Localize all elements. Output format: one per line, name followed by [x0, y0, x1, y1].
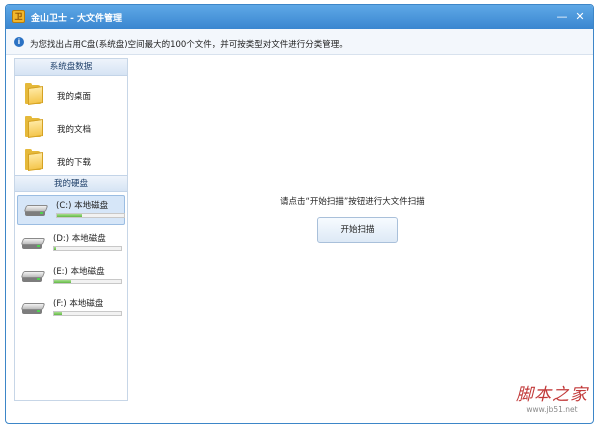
title-bar[interactable]: 卫 金山卫士 - 大文件管理 — ✕: [6, 5, 593, 29]
disk-label: (C:) 本地磁盘: [56, 201, 109, 211]
sidebar-item-label: 我的下载: [57, 158, 92, 168]
info-bar: i 为您找出占用C盘(系统盘)空间最大的100个文件，并可按类型对文件进行分类管…: [6, 29, 593, 55]
disk-label: (E:) 本地磁盘: [53, 267, 105, 277]
sidebar: 系统盘数据 我的桌面 我的文档 我的下载 我的硬盘 (C:) 本地磁盘 (D:)…: [14, 58, 128, 401]
disk-item-f[interactable]: (F:) 本地磁盘: [15, 294, 127, 324]
folder-icon: [25, 148, 47, 172]
disk-item-e[interactable]: (E:) 本地磁盘: [15, 262, 127, 292]
main-panel: 请点击“开始扫描”按钮进行大文件扫描 开始扫描: [128, 58, 593, 401]
disk-label: (F:) 本地磁盘: [53, 299, 104, 309]
start-scan-button[interactable]: 开始扫描: [317, 217, 398, 243]
minimize-button[interactable]: —: [554, 9, 570, 25]
scan-hint: 请点击“开始扫描”按钮进行大文件扫描: [280, 197, 425, 207]
disk-item-d[interactable]: (D:) 本地磁盘: [15, 229, 127, 259]
sidebar-item-desktop[interactable]: 我的桌面: [15, 78, 127, 110]
sidebar-item-label: 我的桌面: [57, 92, 92, 102]
hard-disk-icon: [20, 271, 46, 283]
info-icon: i: [14, 37, 24, 47]
close-button[interactable]: ✕: [572, 9, 588, 25]
watermark-url: www.jb51.net: [526, 405, 578, 414]
sidebar-item-downloads[interactable]: 我的下载: [15, 144, 127, 176]
disk-label: (D:) 本地磁盘: [53, 234, 106, 244]
hard-disk-icon: [20, 303, 46, 315]
disk-usage-bar: [53, 246, 122, 251]
folder-icon: [25, 82, 47, 106]
folder-icon: [25, 115, 47, 139]
system-disk-header: 系统盘数据: [15, 59, 127, 76]
info-text: 为您找出占用C盘(系统盘)空间最大的100个文件，并可按类型对文件进行分类管理。: [30, 40, 348, 50]
sidebar-item-label: 我的文档: [57, 125, 92, 135]
app-window: 卫 金山卫士 - 大文件管理 — ✕ i 为您找出占用C盘(系统盘)空间最大的1…: [5, 4, 594, 424]
watermark-logo: 脚本之家: [516, 385, 588, 405]
my-disks-header: 我的硬盘: [15, 175, 127, 192]
disk-usage-bar: [56, 213, 125, 218]
window-title: 金山卫士 - 大文件管理: [31, 14, 123, 24]
disk-usage-bar: [53, 311, 122, 316]
app-logo-icon: 卫: [12, 10, 25, 23]
hard-disk-icon: [23, 205, 49, 217]
disk-usage-bar: [53, 279, 122, 284]
site-watermark: 脚本之家 www.jb51.net: [516, 380, 588, 414]
hard-disk-icon: [20, 238, 46, 250]
sidebar-item-documents[interactable]: 我的文档: [15, 111, 127, 143]
disk-item-c[interactable]: (C:) 本地磁盘: [17, 195, 125, 225]
